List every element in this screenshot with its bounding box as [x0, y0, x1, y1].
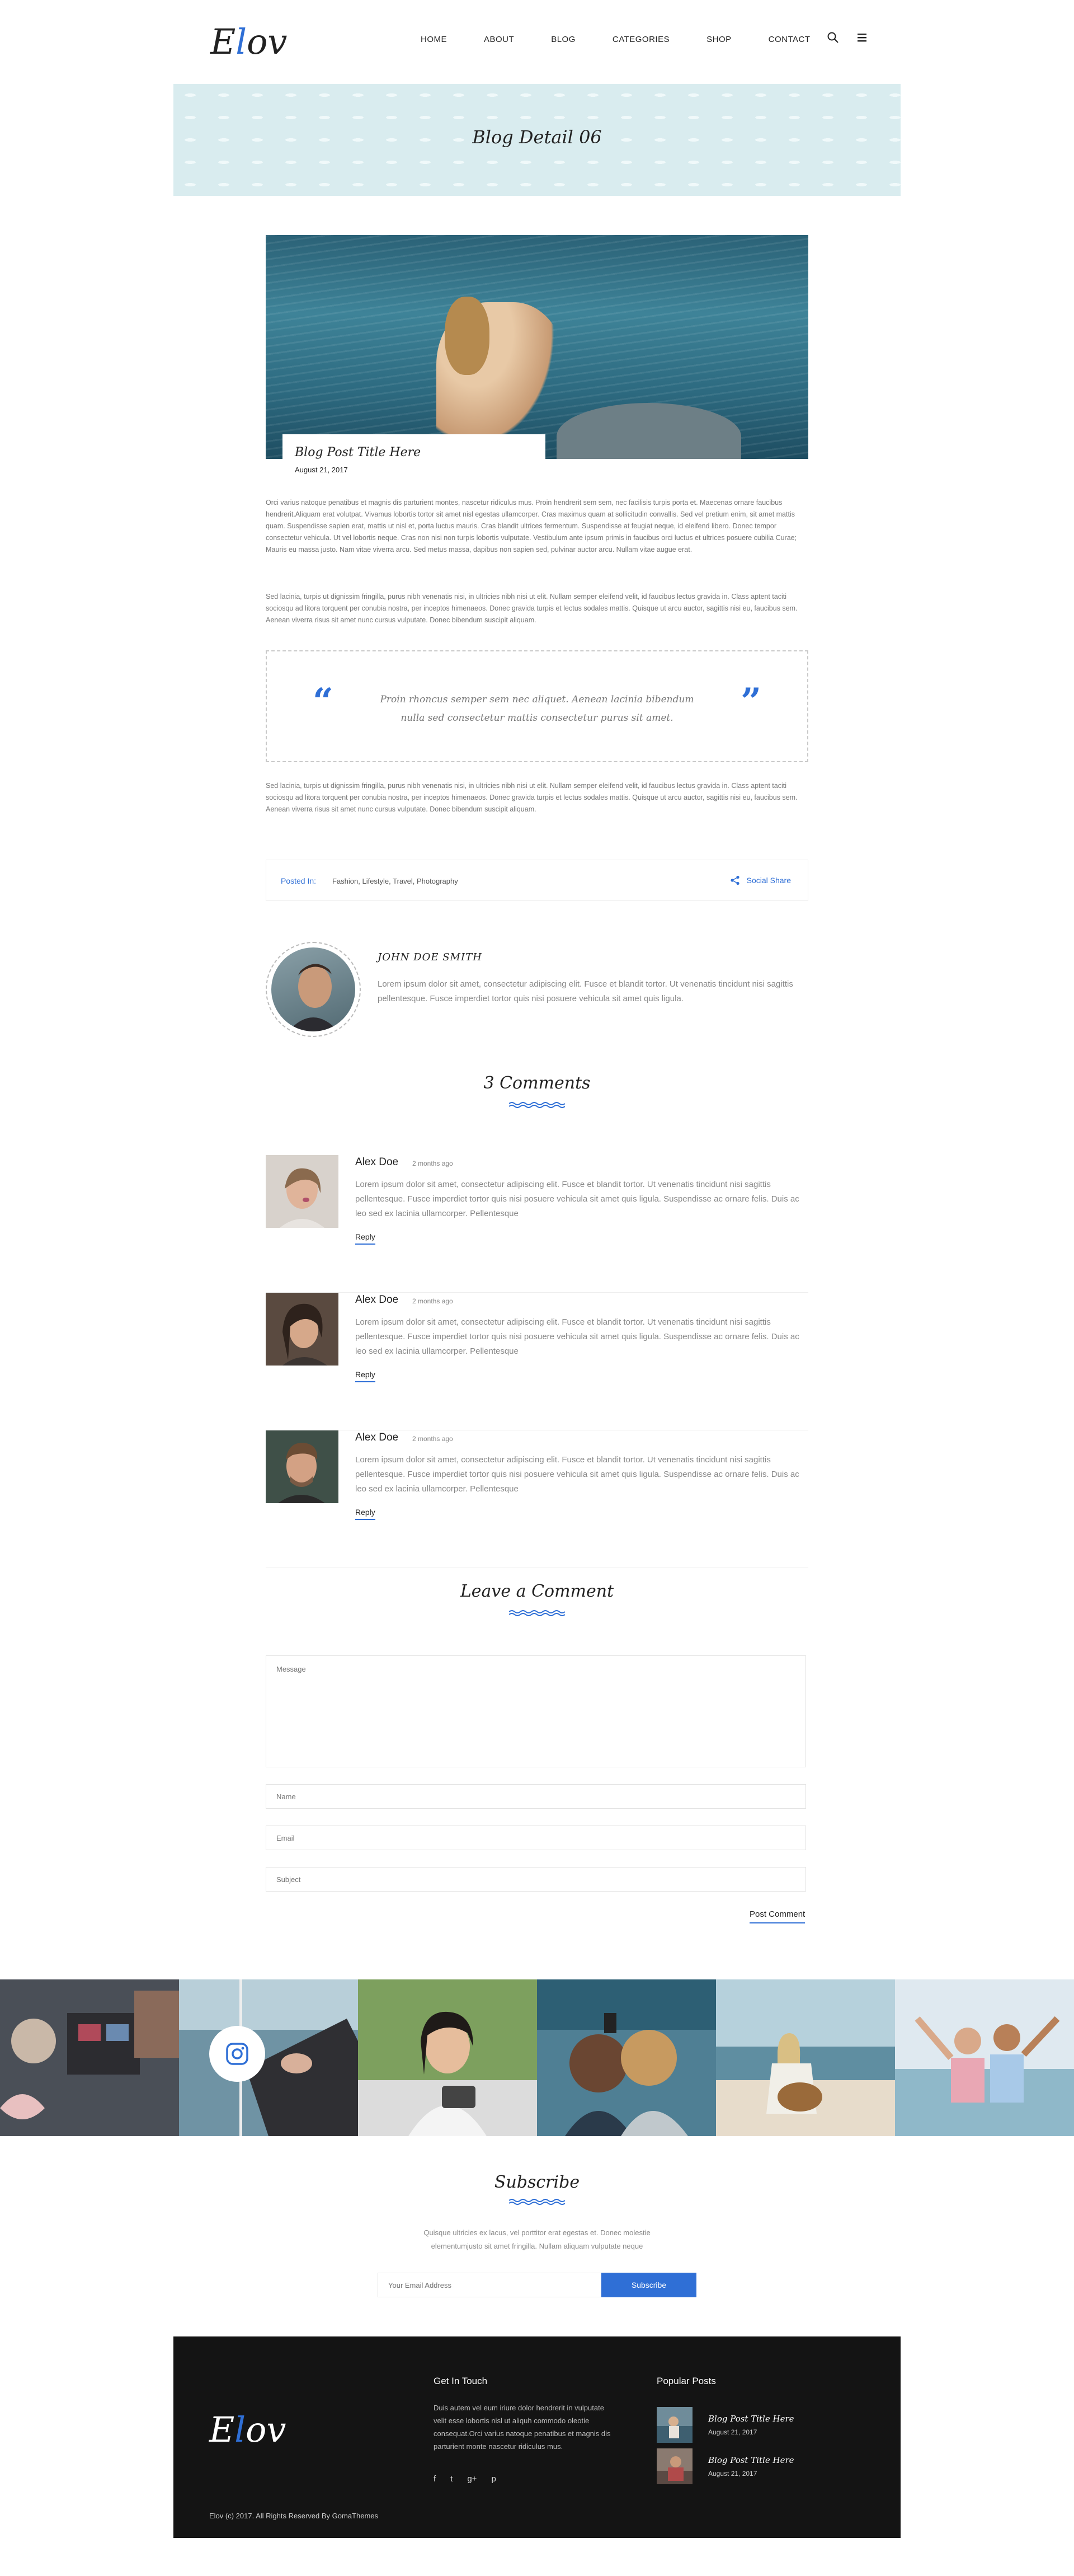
wavy-divider: [509, 1610, 565, 1616]
author-bio: Lorem ipsum dolor sit amet, consectetur …: [378, 979, 793, 1003]
post-title[interactable]: Blog Post Title Here: [295, 445, 421, 459]
footer-about-text: Duis autem vel eum iriure dolor hendreri…: [434, 2404, 611, 2451]
comment-time: 2 months ago: [412, 1435, 453, 1443]
comment-item: Alex Doe 2 months ago Lorem ipsum dolor …: [266, 1155, 808, 1293]
subscribe-button[interactable]: Subscribe: [601, 2273, 696, 2297]
instagram-badge[interactable]: [209, 2026, 265, 2082]
comment-body: Lorem ipsum dolor sit amet, consectetur …: [355, 1317, 799, 1356]
get-in-touch-heading: Get In Touch: [434, 2376, 488, 2386]
comment-item: Alex Doe 2 months ago Lorem ipsum dolor …: [266, 1430, 808, 1568]
search-icon[interactable]: [827, 31, 840, 45]
popular-post-title: Blog Post Title Here: [708, 2414, 794, 2424]
popular-post-title: Blog Post Title Here: [708, 2455, 794, 2465]
posted-in-label: Posted In:: [281, 876, 317, 885]
nav-categories[interactable]: CATEGORIES: [613, 35, 670, 44]
name-field[interactable]: [266, 1784, 806, 1809]
commenter-name: Alex Doe: [355, 1156, 399, 1168]
share-icon: [731, 875, 739, 885]
popular-posts-heading: Popular Posts: [657, 2376, 716, 2386]
commenter-avatar: [266, 1155, 338, 1228]
hero-hair: [445, 297, 489, 375]
facebook-icon[interactable]: f: [434, 2474, 436, 2484]
twitter-icon[interactable]: t: [450, 2474, 453, 2484]
reply-button[interactable]: Reply: [355, 1508, 375, 1520]
popular-post-thumb: [657, 2407, 693, 2443]
commenter-avatar: [266, 1430, 338, 1503]
instagram-photo[interactable]: [537, 1979, 716, 2136]
email-field[interactable]: [266, 1826, 806, 1850]
commenter-name: Alex Doe: [355, 1294, 399, 1306]
post-comment-button[interactable]: Post Comment: [750, 1909, 805, 1923]
comment-body: Lorem ipsum dolor sit amet, consectetur …: [355, 1180, 799, 1218]
nav-about[interactable]: ABOUT: [484, 35, 514, 44]
main-nav: HOME ABOUT BLOG CATEGORIES SHOP CONTACT: [421, 35, 847, 44]
reply-button[interactable]: Reply: [355, 1232, 375, 1245]
footer-logo[interactable]: Elov: [209, 2409, 286, 2450]
author-photo: [271, 947, 355, 1031]
comment-time: 2 months ago: [412, 1160, 453, 1167]
instagram-photo[interactable]: [358, 1979, 537, 2136]
menu-icon[interactable]: [856, 31, 869, 45]
instagram-photo[interactable]: [716, 1979, 895, 2136]
instagram-photo[interactable]: [895, 1979, 1074, 2136]
blockquote: “ Proin rhoncus semper sem nec aliquet. …: [266, 650, 808, 762]
subscribe-email-input[interactable]: [378, 2273, 601, 2297]
popular-post-date: August 21, 2017: [708, 2470, 757, 2478]
open-quote-icon: “: [313, 681, 333, 722]
comment-time: 2 months ago: [412, 1297, 453, 1305]
instagram-photo[interactable]: [0, 1979, 179, 2136]
footer-social-links: f t g+ p: [434, 2474, 496, 2484]
post-title-card: Blog Post Title Here August 21, 2017: [282, 434, 545, 482]
commenter-avatar: [266, 1293, 338, 1366]
header-icons: [827, 31, 869, 45]
site-header: Elov HOME ABOUT BLOG CATEGORIES SHOP CON…: [173, 0, 901, 83]
social-share-button[interactable]: Social Share: [730, 875, 791, 885]
instagram-photo[interactable]: [179, 1979, 358, 2136]
copyright: Elov (c) 2017. All Rights Reserved By Go…: [209, 2512, 379, 2520]
page-banner: Blog Detail 06: [173, 84, 901, 196]
post-date: August 21, 2017: [295, 466, 348, 474]
page-title: Blog Detail 06: [472, 126, 602, 148]
subscribe-title: Subscribe: [494, 2173, 580, 2192]
nav-shop[interactable]: SHOP: [706, 35, 732, 44]
quote-text: Proin rhoncus semper sem nec aliquet. Ae…: [380, 694, 694, 724]
author-name: JOHN DOE SMITH: [378, 951, 482, 963]
post-paragraph-1: Orci varius natoque penatibus et magnis …: [266, 499, 797, 553]
comment-body: Lorem ipsum dolor sit amet, consectetur …: [355, 1455, 799, 1494]
pinterest-icon[interactable]: p: [491, 2474, 496, 2484]
post-paragraph-2: Sed lacinia, turpis ut dignissim fringil…: [266, 593, 798, 624]
instagram-feed: [0, 1979, 1074, 2136]
author-avatar: [266, 942, 361, 1037]
popular-post-item[interactable]: Blog Post Title Here August 21, 2017: [657, 2448, 880, 2484]
nav-blog[interactable]: BLOG: [551, 35, 576, 44]
posted-in-categories[interactable]: Fashion, Lifestyle, Travel, Photography: [332, 877, 458, 885]
instagram-icon: [226, 2043, 248, 2065]
post-paragraph-3: Sed lacinia, turpis ut dignissim fringil…: [266, 782, 798, 813]
close-quote-icon: ”: [741, 681, 761, 722]
nav-contact[interactable]: CONTACT: [769, 35, 811, 44]
subject-field[interactable]: [266, 1867, 806, 1892]
message-field[interactable]: [266, 1655, 806, 1767]
subscribe-text: Quisque ultricies ex lacus, vel porttito…: [423, 2228, 651, 2250]
post-meta-bar: Posted In: Fashion, Lifestyle, Travel, P…: [266, 860, 808, 901]
google-plus-icon[interactable]: g+: [467, 2474, 477, 2484]
comments-title: 3 Comments: [483, 1073, 591, 1093]
wavy-divider: [509, 2199, 565, 2205]
reply-button[interactable]: Reply: [355, 1370, 375, 1382]
site-footer: Elov Get In Touch Duis autem vel eum iri…: [173, 2336, 901, 2538]
popular-post-date: August 21, 2017: [708, 2428, 757, 2436]
commenter-name: Alex Doe: [355, 1432, 399, 1443]
comment-item: Alex Doe 2 months ago Lorem ipsum dolor …: [266, 1293, 808, 1430]
nav-home[interactable]: HOME: [421, 35, 447, 44]
social-share-label: Social Share: [746, 876, 791, 885]
popular-post-item[interactable]: Blog Post Title Here August 21, 2017: [657, 2407, 880, 2443]
wavy-divider: [509, 1102, 565, 1108]
popular-post-thumb: [657, 2448, 693, 2484]
site-logo[interactable]: Elov: [210, 21, 287, 62]
leave-comment-title: Leave a Comment: [460, 1582, 614, 1601]
post-hero-image: [266, 235, 808, 459]
